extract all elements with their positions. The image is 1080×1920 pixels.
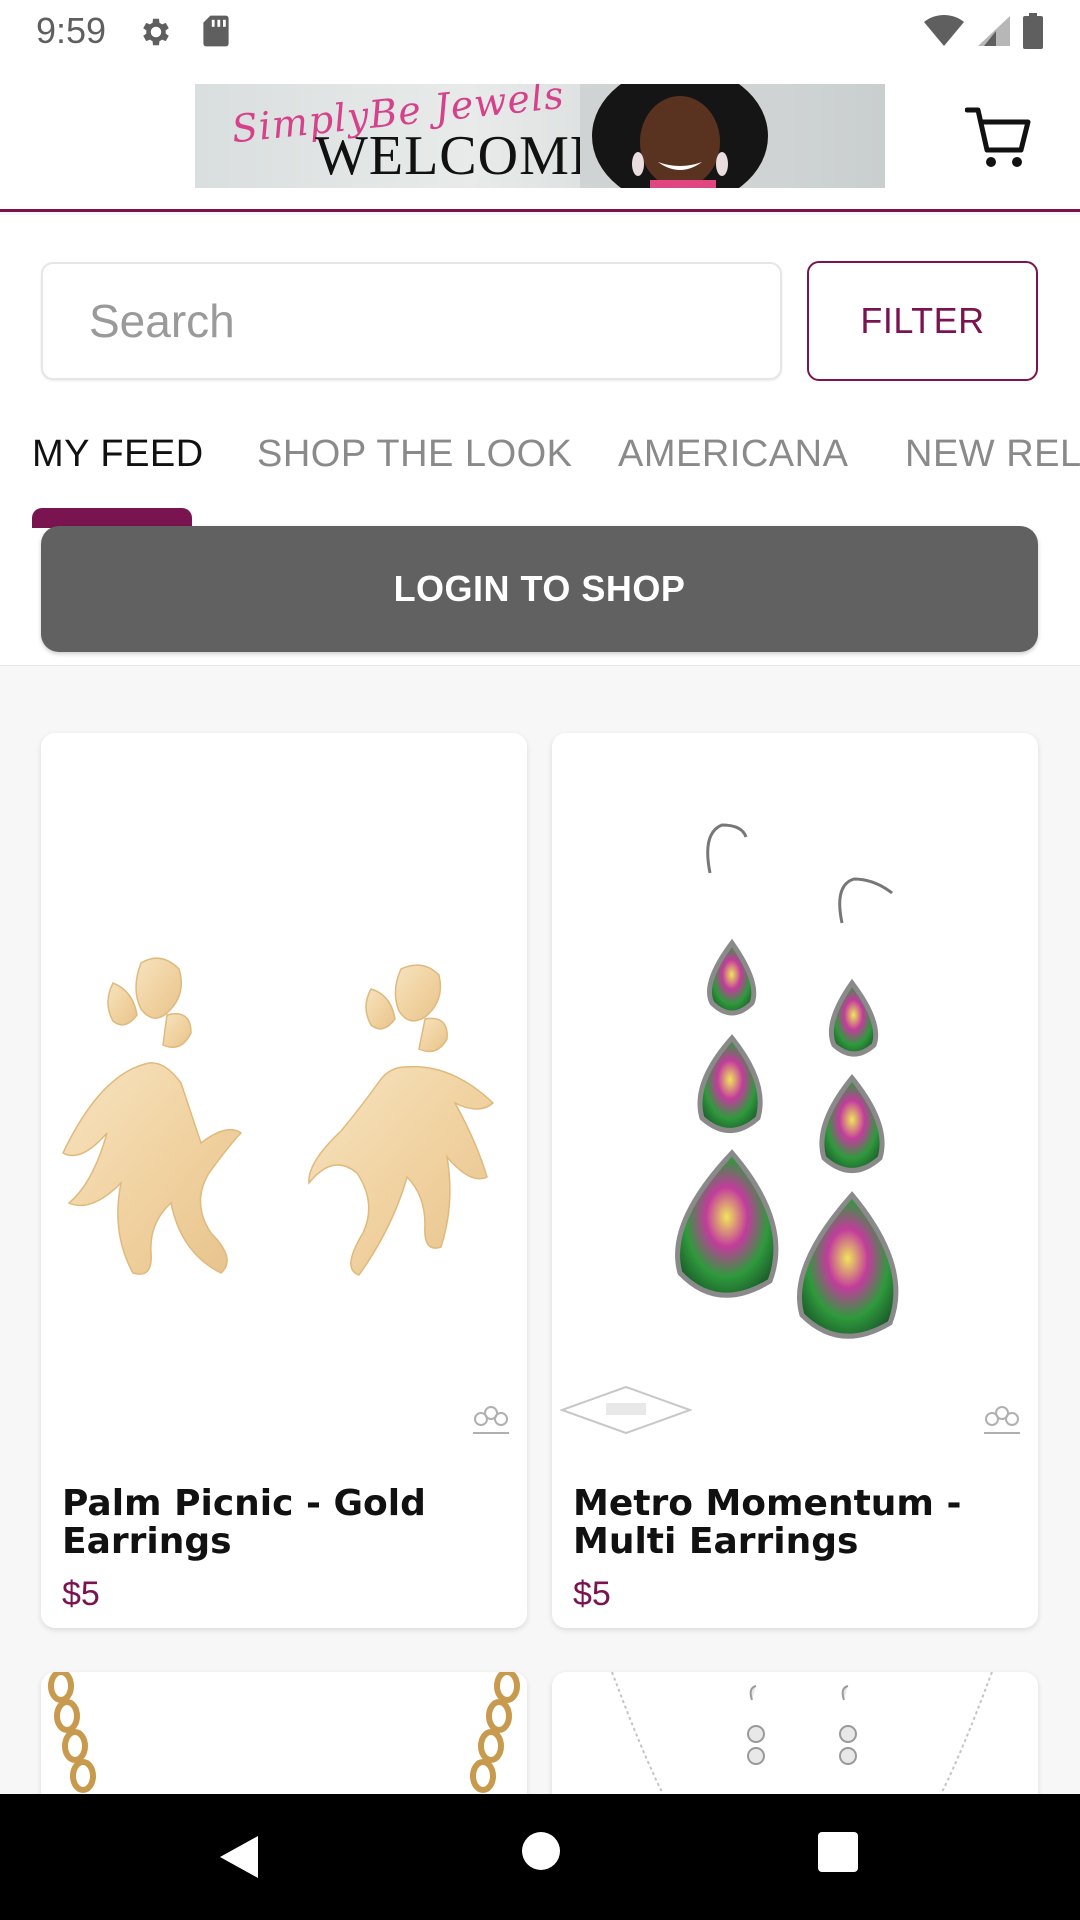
crown-logo-icon: [984, 1406, 1020, 1434]
sd-card-icon: [203, 15, 229, 47]
wifi-icon: [924, 14, 964, 47]
product-card-gold-chain[interactable]: [41, 1672, 527, 1794]
system-nav-bar: [0, 1794, 1080, 1920]
tab-shop-the-look[interactable]: SHOP THE LOOK: [257, 433, 573, 476]
tab-americana[interactable]: AMERICANA: [618, 433, 848, 476]
product-grid: Palm Picnic - Gold Earrings $5 Metro Mom…: [0, 665, 1080, 1794]
search-input[interactable]: [43, 264, 780, 378]
back-icon[interactable]: [218, 1834, 260, 1880]
status-indicators: [922, 13, 1044, 49]
active-tab-indicator: [32, 508, 192, 528]
product-card-silver-set[interactable]: [552, 1672, 1038, 1794]
signal-icon: [978, 16, 1010, 46]
login-to-shop-button[interactable]: LOGIN TO SHOP: [41, 526, 1038, 652]
filter-button[interactable]: FILTER: [807, 261, 1038, 381]
tab-new-releases[interactable]: NEW RELE: [905, 433, 1080, 476]
banner-welcome-text: WELCOME: [315, 125, 606, 187]
product-image-palm-picnic: [62, 957, 495, 1276]
product-image-gold-chain: [48, 1672, 520, 1793]
party-exclusive-badge-icon: [560, 1385, 692, 1435]
welcome-banner[interactable]: SimplyBe Jewels WELCOME: [195, 84, 885, 188]
gear-icon: [143, 18, 169, 46]
product-price: $5: [62, 1575, 100, 1613]
product-card-metro-momentum[interactable]: Metro Momentum - Multi Earrings $5: [552, 733, 1038, 1628]
category-tabs: MY FEED SHOP THE LOOK AMERICANA NEW RELE: [0, 433, 1080, 513]
product-card-palm-picnic[interactable]: Palm Picnic - Gold Earrings $5: [41, 733, 527, 1628]
cart-icon[interactable]: [965, 104, 1031, 170]
status-time: 9:59: [36, 10, 107, 51]
battery-icon: [1023, 13, 1043, 49]
product-name: Palm Picnic - Gold Earrings: [62, 1483, 426, 1562]
product-price: $5: [573, 1575, 611, 1613]
crown-logo-icon: [473, 1406, 509, 1434]
product-image-metro-momentum: [675, 823, 899, 1339]
app-header: SimplyBe Jewels WELCOME: [0, 62, 1080, 212]
recent-apps-icon[interactable]: [818, 1832, 858, 1872]
tab-my-feed[interactable]: MY FEED: [32, 433, 204, 476]
home-icon[interactable]: [522, 1832, 560, 1870]
status-bar: 9:59: [0, 0, 1080, 62]
search-and-tabs-panel: FILTER MY FEED SHOP THE LOOK AMERICANA N…: [0, 215, 1080, 665]
banner-portrait-image: [580, 84, 785, 188]
product-name: Metro Momentum - Multi Earrings: [573, 1483, 962, 1562]
product-image-silver-set: [611, 1672, 993, 1793]
search-field[interactable]: [41, 262, 782, 380]
